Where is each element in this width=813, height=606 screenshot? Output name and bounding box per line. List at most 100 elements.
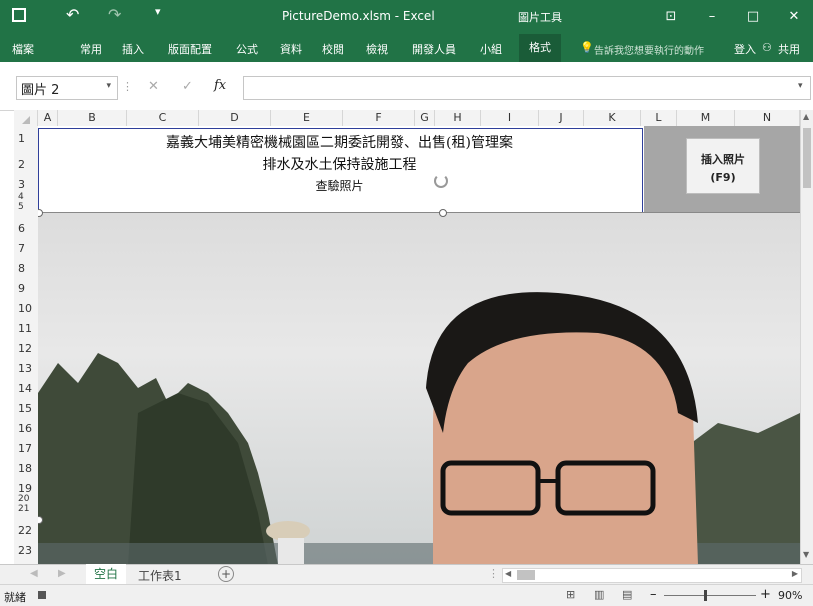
zoom-level[interactable]: 90% — [778, 589, 802, 602]
column-header[interactable]: N — [735, 110, 800, 126]
insert-photo-shortcut: (F9) — [710, 171, 736, 184]
redo-icon[interactable]: ↷ — [108, 5, 121, 24]
tab-data[interactable]: 資料 — [280, 41, 302, 57]
column-header[interactable]: K — [584, 110, 641, 126]
column-header[interactable]: H — [435, 110, 481, 126]
column-header[interactable]: E — [271, 110, 343, 126]
name-box[interactable]: 圖片 2 ▾ — [16, 76, 118, 100]
insert-photo-button[interactable]: 插入照片 (F9) — [686, 138, 760, 194]
zoom-slider[interactable] — [664, 590, 756, 601]
row-header[interactable]: 21 — [14, 504, 38, 514]
share-button[interactable]: 共用 — [778, 41, 800, 57]
row-header[interactable]: 4 — [14, 192, 38, 202]
column-header[interactable]: M — [677, 110, 735, 126]
insert-function-icon[interactable]: fx — [214, 78, 226, 93]
row-header[interactable]: 9 — [14, 282, 38, 295]
page-layout-view-icon[interactable]: ▥ — [594, 588, 604, 601]
row-header[interactable]: 8 — [14, 262, 38, 275]
minimize-button[interactable]: – — [697, 6, 727, 28]
zoom-slider-thumb[interactable] — [704, 590, 707, 601]
column-header[interactable]: J — [539, 110, 584, 126]
row-header[interactable]: 7 — [14, 242, 38, 255]
page-break-view-icon[interactable]: ▤ — [622, 588, 632, 601]
row-headers: 1 2 3 4 5 6 7 8 9 10 11 12 13 14 15 16 1… — [14, 126, 39, 564]
row-header[interactable]: 13 — [14, 362, 38, 375]
project-subtitle[interactable]: 排水及水土保持設施工程 — [38, 154, 641, 174]
maximize-button[interactable]: □ — [738, 6, 768, 28]
row-header[interactable]: 1 — [14, 132, 38, 145]
rotate-handle-icon[interactable] — [434, 174, 448, 188]
row-header[interactable]: 6 — [14, 222, 38, 235]
save-icon[interactable] — [12, 8, 26, 22]
row-header[interactable]: 11 — [14, 322, 38, 335]
row-header[interactable]: 14 — [14, 382, 38, 395]
row-header[interactable]: 2 — [14, 158, 38, 171]
worksheet-grid[interactable]: 嘉義大埔美精密機械園區二期委託開發、出售(租)管理案 排水及水土保持設施工程 查… — [38, 126, 800, 564]
tab-developer[interactable]: 開發人員 — [412, 41, 456, 57]
add-sheet-button[interactable]: + — [218, 566, 234, 582]
inspection-photo-label[interactable]: 查驗照片 — [38, 177, 641, 194]
row-header[interactable]: 3 — [14, 178, 38, 191]
next-sheet-icon[interactable]: ▶ — [58, 568, 66, 579]
tab-view[interactable]: 檢視 — [366, 41, 388, 57]
chevron-down-icon[interactable]: ▾ — [106, 81, 111, 91]
horizontal-scrollbar[interactable]: ◀ ▶ — [502, 568, 802, 583]
row-header[interactable]: 10 — [14, 302, 38, 315]
column-header[interactable]: L — [641, 110, 677, 126]
select-all-corner[interactable] — [14, 110, 38, 126]
ready-status: 就緒 — [4, 591, 26, 604]
scroll-up-icon[interactable]: ▲ — [803, 112, 809, 121]
tell-me-box[interactable]: 告訴我您想要執行的動作 — [594, 42, 704, 57]
tab-file[interactable]: 檔案 — [12, 41, 34, 57]
row-header[interactable]: 5 — [14, 202, 38, 212]
scroll-left-icon[interactable]: ◀ — [505, 569, 511, 578]
prev-sheet-icon[interactable]: ◀ — [30, 568, 38, 579]
column-header[interactable]: A — [38, 110, 58, 126]
row-header[interactable]: 23 — [14, 544, 38, 557]
column-header[interactable]: G — [415, 110, 435, 126]
tab-split-handle[interactable]: ⋮ — [488, 567, 499, 580]
macro-record-icon[interactable] — [38, 591, 46, 599]
normal-view-icon[interactable]: ⊞ — [566, 588, 575, 601]
expand-formula-icon[interactable]: ▾ — [798, 81, 803, 91]
column-header[interactable]: F — [343, 110, 415, 126]
column-header[interactable]: C — [127, 110, 199, 126]
vertical-scrollbar[interactable]: ▲ ▼ — [800, 110, 813, 564]
customize-qat-icon[interactable]: ▾ — [155, 5, 161, 18]
cancel-icon[interactable]: ✕ — [148, 79, 159, 94]
tab-home[interactable]: 常用 — [80, 41, 102, 57]
tab-formulas[interactable]: 公式 — [236, 41, 258, 57]
scroll-right-icon[interactable]: ▶ — [792, 569, 798, 578]
scroll-thumb[interactable] — [803, 128, 811, 188]
sign-in-link[interactable]: 登入 — [734, 41, 756, 57]
tab-format[interactable]: 格式 — [519, 34, 561, 62]
selection-handle[interactable] — [439, 209, 447, 217]
close-button[interactable]: ✕ — [779, 6, 809, 28]
zoom-out-button[interactable]: – — [650, 587, 657, 602]
enter-icon[interactable]: ✓ — [182, 79, 193, 94]
ribbon-display-options-icon[interactable]: ⊡ — [656, 6, 686, 28]
tab-team[interactable]: 小組 — [480, 41, 502, 57]
row-header[interactable]: 16 — [14, 422, 38, 435]
row-header[interactable]: 12 — [14, 342, 38, 355]
formula-input[interactable] — [243, 76, 811, 100]
column-header[interactable]: I — [481, 110, 539, 126]
inserted-picture[interactable] — [38, 212, 800, 564]
sheet-tab-sheet1[interactable]: 工作表1 — [138, 567, 182, 584]
column-header[interactable]: D — [199, 110, 271, 126]
row-header[interactable]: 15 — [14, 402, 38, 415]
scroll-thumb[interactable] — [517, 570, 535, 580]
tab-page-layout[interactable]: 版面配置 — [168, 41, 212, 57]
row-header[interactable]: 22 — [14, 524, 38, 537]
column-header[interactable]: B — [58, 110, 127, 126]
tab-insert[interactable]: 插入 — [122, 41, 144, 57]
undo-icon[interactable]: ↶ — [66, 5, 79, 24]
zoom-in-button[interactable]: + — [760, 587, 771, 602]
sheet-tab-blank[interactable]: 空白 — [86, 564, 127, 586]
scroll-down-icon[interactable]: ▼ — [803, 550, 809, 559]
row-header[interactable]: 18 — [14, 462, 38, 475]
tab-review[interactable]: 校閱 — [322, 41, 344, 57]
row-header[interactable]: 20 — [14, 494, 38, 504]
row-header[interactable]: 17 — [14, 442, 38, 455]
project-title[interactable]: 嘉義大埔美精密機械園區二期委託開發、出售(租)管理案 — [38, 132, 641, 152]
